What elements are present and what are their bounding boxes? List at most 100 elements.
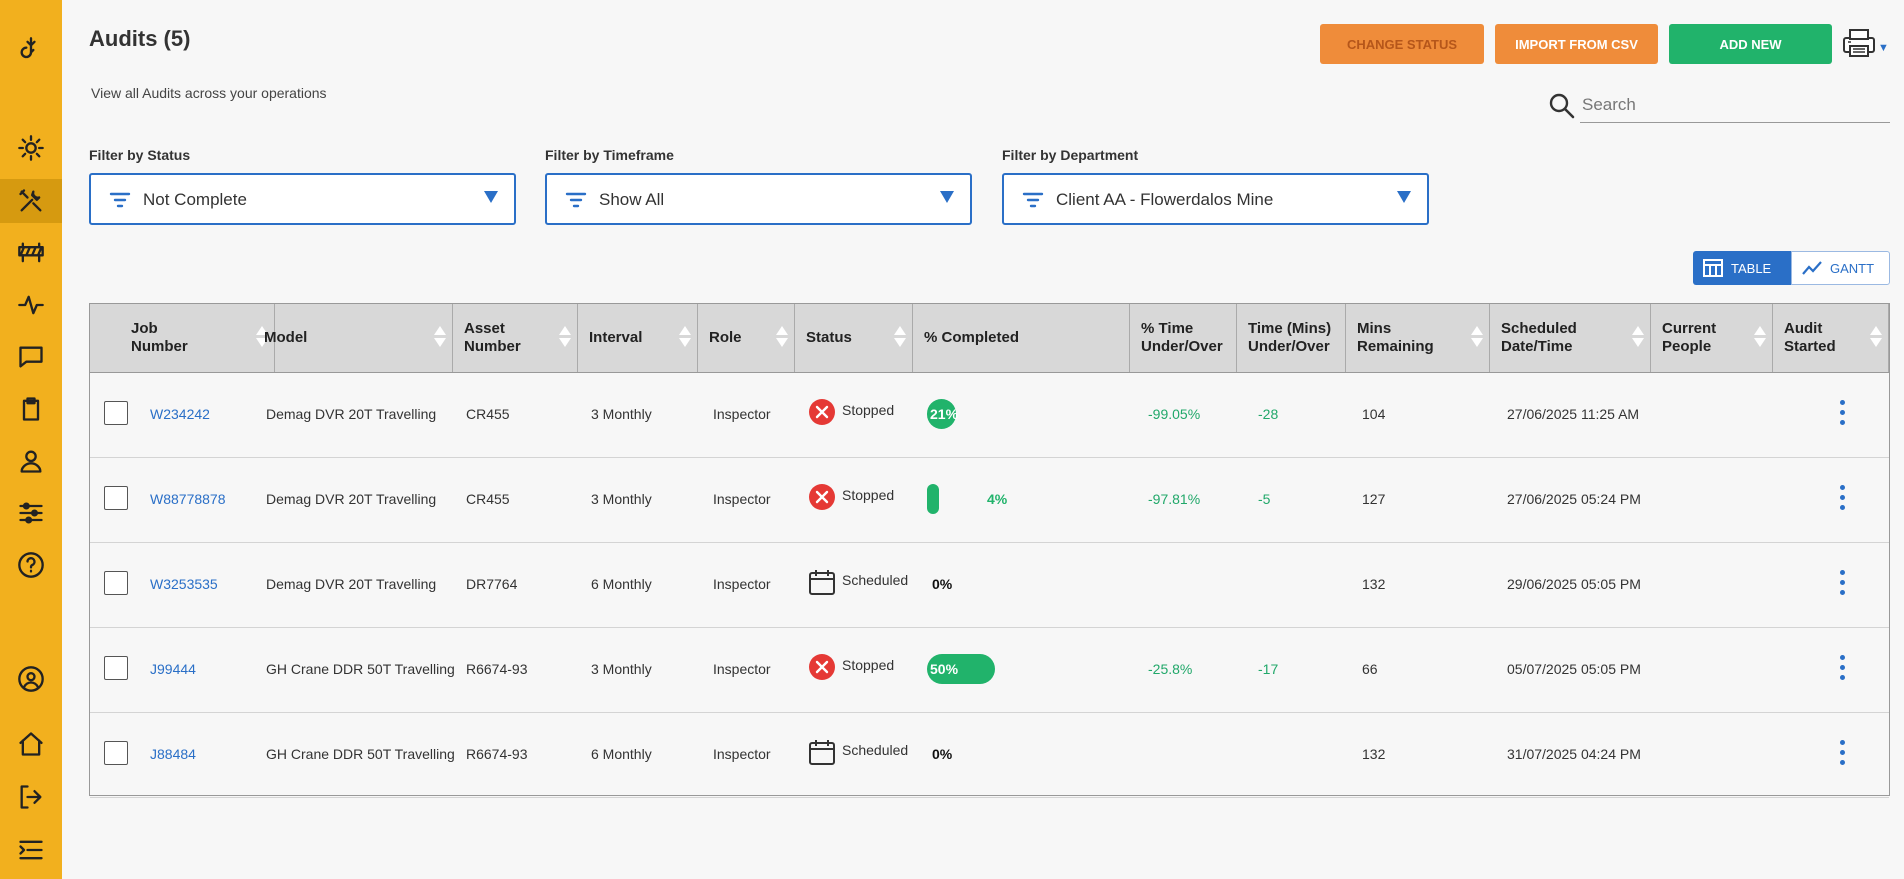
column-header[interactable]: Role <box>698 304 795 372</box>
job-number-link[interactable]: J99444 <box>150 627 196 711</box>
gantt-view-label: GANTT <box>1830 260 1875 276</box>
table-view-label: TABLE <box>1731 260 1772 276</box>
row-menu-icon[interactable] <box>1840 485 1848 513</box>
row-checkbox[interactable] <box>104 571 128 595</box>
row-menu-icon[interactable] <box>1840 655 1848 683</box>
add-new-button[interactable]: ADD NEW <box>1669 24 1832 64</box>
column-header-label: % Completed <box>924 329 1020 346</box>
asset-number-cell: CR455 <box>466 491 510 507</box>
progress-bar: 0% <box>927 569 999 599</box>
filter-status-select[interactable]: Not Complete <box>89 173 516 225</box>
filter-department-label: Filter by Department <box>1002 147 1139 163</box>
row-checkbox[interactable] <box>104 486 128 510</box>
column-header-label: Current People <box>1662 320 1717 355</box>
clipboard-icon[interactable] <box>0 387 62 431</box>
row-menu-icon[interactable] <box>1840 400 1848 428</box>
sliders-icon[interactable] <box>0 491 62 535</box>
status-cell: Stopped <box>808 627 894 711</box>
home-icon[interactable] <box>0 722 62 766</box>
gantt-view-button[interactable]: GANTT <box>1791 251 1890 285</box>
search-icon <box>1549 93 1575 119</box>
person-icon[interactable] <box>0 439 62 483</box>
view-toggle: TABLE GANTT <box>1693 251 1890 285</box>
job-number-link[interactable]: W3253535 <box>150 542 218 626</box>
logo-hook-icon[interactable] <box>0 28 62 72</box>
activity-icon[interactable] <box>0 283 62 327</box>
tools-icon[interactable] <box>0 179 62 223</box>
column-header[interactable]: Interval <box>578 304 698 372</box>
filter-icon <box>565 192 587 208</box>
progress-label: 0% <box>932 576 953 592</box>
search-input[interactable] <box>1580 88 1890 123</box>
page-title: Audits (5) <box>89 26 191 51</box>
sort-arrows-icon[interactable] <box>1754 326 1766 348</box>
sort-arrows-icon[interactable] <box>1632 326 1644 348</box>
status-cell: Scheduled <box>808 542 908 626</box>
job-number-link[interactable]: W88778878 <box>150 457 226 541</box>
time-under-over-percent-cell: -97.81% <box>1148 491 1201 507</box>
time-under-over-percent-cell: -99.05% <box>1148 406 1201 422</box>
mins-remaining-cell: 132 <box>1362 746 1386 762</box>
asset-number-cell: R6674-93 <box>466 746 528 762</box>
status-label: Scheduled <box>842 742 909 758</box>
column-header[interactable]: Status <box>795 304 913 372</box>
menu-collapse-icon[interactable] <box>0 828 62 872</box>
row-menu-icon[interactable] <box>1840 570 1848 598</box>
job-number-link[interactable]: W234242 <box>150 372 210 456</box>
filter-timeframe-select[interactable]: Show All <box>545 173 972 225</box>
column-header[interactable]: Audit Started <box>1773 304 1889 372</box>
status-label: Stopped <box>842 402 895 418</box>
column-header[interactable]: Mins Remaining <box>1346 304 1490 372</box>
time-under-over-mins-cell: -28 <box>1258 406 1279 422</box>
row-checkbox[interactable] <box>104 741 128 765</box>
barrier-icon[interactable] <box>0 231 62 275</box>
dashboard-gear-icon[interactable] <box>0 126 62 170</box>
status-label: Scheduled <box>842 572 909 588</box>
filter-timeframe-value: Show All <box>599 190 665 209</box>
sort-arrows-icon[interactable] <box>894 326 906 348</box>
calendar-icon <box>809 570 835 595</box>
stopped-x-icon <box>809 399 835 425</box>
table-row: J99444 GH Crane DDR 50T Travelling R6674-9… <box>90 627 1889 713</box>
column-header[interactable]: Job Number <box>120 304 275 372</box>
chat-icon[interactable] <box>0 335 62 379</box>
interval-cell: 3 Monthly <box>591 406 652 422</box>
scheduled-datetime-cell: 05/07/2025 05:05 PM <box>1507 661 1641 677</box>
import-csv-button[interactable]: IMPORT FROM CSV <box>1495 24 1658 64</box>
table-view-button[interactable]: TABLE <box>1693 251 1791 285</box>
table-row: J88484 GH Crane DDR 50T Travelling R6674-9… <box>90 712 1889 798</box>
row-checkbox[interactable] <box>104 656 128 680</box>
sort-arrows-icon[interactable] <box>679 326 691 348</box>
table-header: Job Number Model Asset Number Interval Role Sta… <box>90 304 1889 373</box>
profile-icon[interactable] <box>0 657 62 701</box>
row-menu-icon[interactable] <box>1840 740 1848 768</box>
filter-department-select[interactable]: Client AA - Flowerdalos Mine <box>1002 173 1429 225</box>
sort-arrows-icon[interactable] <box>776 326 788 348</box>
filter-department-value: Client AA - Flowerdalos Mine <box>1056 190 1274 209</box>
time-under-over-percent-cell: -25.8% <box>1148 661 1193 677</box>
column-header[interactable]: Scheduled Date/Time <box>1490 304 1651 372</box>
checkbox-column-header <box>90 304 120 372</box>
job-number-link[interactable]: J88484 <box>150 712 196 796</box>
change-status-button[interactable]: CHANGE STATUS <box>1320 24 1484 64</box>
percent-completed-cell: 50% <box>927 627 999 711</box>
column-header[interactable]: Current People <box>1651 304 1773 372</box>
sort-arrows-icon[interactable] <box>1471 326 1483 348</box>
model-cell: Demag DVR 20T Travelling <box>266 406 437 422</box>
column-header[interactable]: Asset Number <box>453 304 578 372</box>
role-cell: Inspector <box>713 406 771 422</box>
status-cell: Scheduled <box>808 712 908 796</box>
print-menu[interactable]: ▼ <box>1842 26 1894 60</box>
status-label: Stopped <box>842 487 895 503</box>
sort-arrows-icon[interactable] <box>1870 326 1882 348</box>
interval-cell: 3 Monthly <box>591 661 652 677</box>
sort-arrows-icon[interactable] <box>559 326 571 348</box>
asset-number-cell: CR455 <box>466 406 510 422</box>
help-icon[interactable] <box>0 543 62 587</box>
logout-icon[interactable] <box>0 775 62 819</box>
row-checkbox[interactable] <box>104 401 128 425</box>
sort-arrows-icon[interactable] <box>434 326 446 348</box>
column-header[interactable]: Model <box>253 304 453 372</box>
model-cell: GH Crane DDR 50T Travelling <box>266 661 455 677</box>
percent-completed-cell: 0% <box>927 542 999 626</box>
